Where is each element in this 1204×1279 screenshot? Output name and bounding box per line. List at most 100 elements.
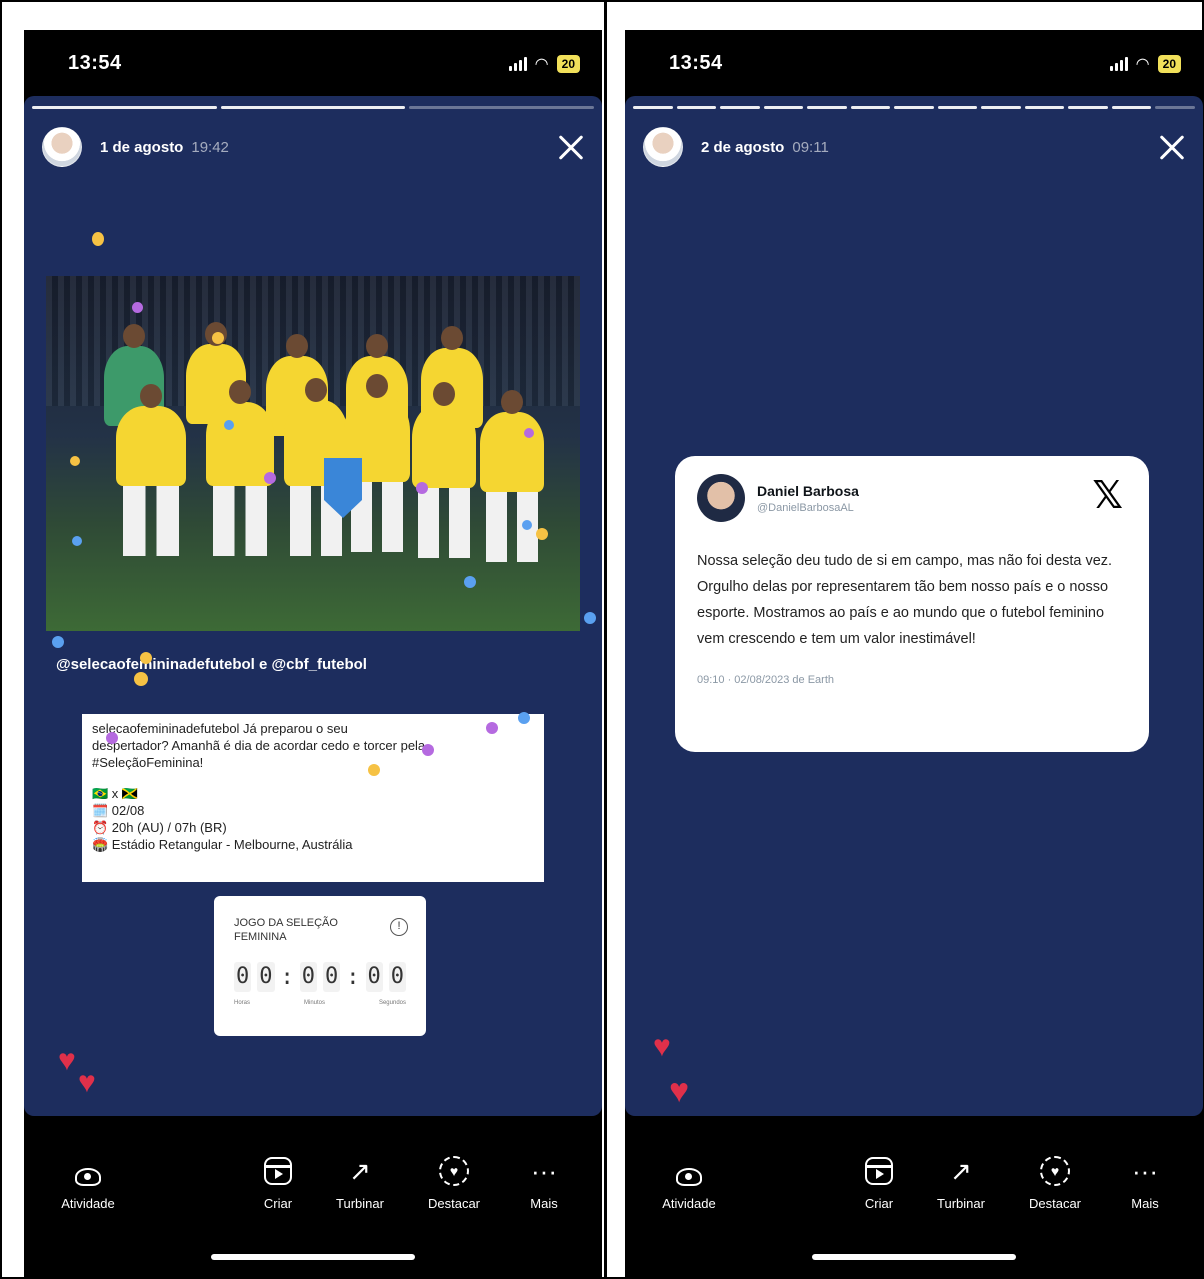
confetti bbox=[486, 722, 498, 734]
cellular-signal-icon bbox=[508, 57, 527, 71]
story-progress-bar bbox=[32, 106, 595, 109]
confetti bbox=[368, 764, 380, 776]
heart-icon: ♥ bbox=[58, 1044, 76, 1077]
player-figure bbox=[480, 390, 544, 562]
highlight-icon bbox=[439, 1156, 469, 1186]
confetti bbox=[224, 420, 234, 430]
confetti bbox=[52, 636, 64, 648]
team-photo bbox=[46, 276, 580, 631]
post-line: 🏟️ Estádio Retangular - Melbourne, Austr… bbox=[92, 837, 353, 852]
confetti bbox=[536, 528, 548, 540]
shared-post-card[interactable]: selecaofemininadefutebol Já preparou o s… bbox=[82, 714, 544, 882]
status-icons: ◠ 20 bbox=[1109, 54, 1181, 74]
activity-button[interactable]: Atividade bbox=[644, 1154, 734, 1211]
boost-button[interactable]: ↗ Turbinar bbox=[315, 1154, 405, 1211]
player-figure bbox=[412, 382, 476, 558]
post-line: selecaofemininadefutebol Já preparou o s… bbox=[92, 721, 348, 736]
tweet-timestamp: 09:10 · 02/08/2023 de Earth bbox=[697, 674, 834, 686]
confetti bbox=[72, 536, 82, 546]
confetti bbox=[422, 744, 434, 756]
wifi-icon: ◠ bbox=[534, 56, 549, 73]
battery-icon: 20 bbox=[1157, 55, 1181, 73]
story-action-bar: Atividade Criar ↗ Turbinar Destacar ··· … bbox=[24, 1120, 602, 1260]
cellular-signal-icon bbox=[1109, 57, 1128, 71]
boost-trend-icon: ↗ bbox=[950, 1156, 972, 1186]
highlight-button[interactable]: Destacar bbox=[409, 1154, 499, 1211]
tweet-text: Nossa seleção deu tudo de si em campo, m… bbox=[697, 553, 1113, 647]
story-action-bar: Atividade Criar ↗ Turbinar Destacar ··· … bbox=[625, 1120, 1203, 1260]
post-line: 🇧🇷 x 🇯🇲 bbox=[92, 786, 139, 801]
profile-avatar[interactable] bbox=[643, 127, 683, 167]
more-dots-icon: ··· bbox=[1132, 1156, 1158, 1186]
home-indicator[interactable] bbox=[211, 1254, 415, 1260]
confetti bbox=[416, 482, 428, 494]
confetti bbox=[522, 520, 532, 530]
tweet-card[interactable]: Daniel Barbosa @DanielBarbosaAL 𝕏 Nossa … bbox=[675, 456, 1149, 752]
story-date: 1 de agosto bbox=[100, 138, 184, 156]
activity-button[interactable]: Atividade bbox=[43, 1154, 133, 1211]
countdown-digits: 0 0 : 0 0 : 0 0 bbox=[234, 962, 406, 992]
confetti bbox=[140, 652, 152, 664]
status-bar: 13:54 ◠ 20 bbox=[24, 30, 602, 94]
more-dots-icon: ··· bbox=[531, 1156, 557, 1186]
confetti bbox=[264, 472, 276, 484]
confetti bbox=[106, 732, 118, 744]
story-time: 09:11 bbox=[792, 138, 829, 156]
status-time: 13:54 bbox=[68, 52, 122, 74]
post-line: #SeleçãoFeminina! bbox=[92, 755, 204, 770]
post-line: despertador? Amanhã é dia de acordar ced… bbox=[92, 738, 426, 753]
close-icon[interactable] bbox=[1153, 128, 1191, 166]
status-bar: 13:54 ◠ 20 bbox=[625, 30, 1203, 94]
confetti bbox=[70, 456, 80, 466]
countdown-units: Horas Minutos Segundos bbox=[234, 1000, 406, 1006]
close-icon[interactable] bbox=[552, 128, 590, 166]
story-view[interactable]: 1 de agosto 19:42 @selecaofemininadefute… bbox=[24, 96, 602, 1116]
battery-icon: 20 bbox=[556, 55, 580, 73]
heart-icon: ♥ bbox=[653, 1030, 671, 1063]
story-progress-bar bbox=[633, 106, 1195, 109]
player-figure bbox=[116, 384, 186, 556]
tweet-author-name: Daniel Barbosa bbox=[757, 482, 859, 499]
heart-icon: ♥ bbox=[78, 1066, 96, 1099]
story-date: 2 de agosto bbox=[701, 138, 785, 156]
highlight-button[interactable]: Destacar bbox=[1010, 1154, 1100, 1211]
profile-avatar[interactable] bbox=[42, 127, 82, 167]
confetti bbox=[464, 576, 476, 588]
tweet-header: Daniel Barbosa @DanielBarbosaAL bbox=[697, 474, 1127, 522]
countdown-title: JOGO DA SELEÇÃO FEMININA bbox=[234, 917, 338, 943]
tweet-avatar bbox=[697, 474, 745, 522]
more-button[interactable]: ··· Mais bbox=[499, 1154, 589, 1211]
story-time: 19:42 bbox=[191, 138, 229, 156]
story-header: 1 de agosto 19:42 bbox=[42, 126, 590, 168]
create-button[interactable]: Criar bbox=[834, 1154, 924, 1211]
x-logo-icon: 𝕏 bbox=[1092, 473, 1123, 517]
post-line: 🗓️ 02/08 bbox=[92, 803, 145, 818]
status-time: 13:54 bbox=[669, 52, 723, 74]
confetti bbox=[212, 332, 224, 344]
status-icons: ◠ 20 bbox=[508, 54, 580, 74]
confetti bbox=[134, 672, 148, 686]
player-figure bbox=[206, 380, 274, 556]
boost-button[interactable]: ↗ Turbinar bbox=[916, 1154, 1006, 1211]
heart-icon: ♥ bbox=[669, 1072, 690, 1110]
reminder-icon[interactable]: ! bbox=[390, 918, 408, 936]
boost-trend-icon: ↗ bbox=[349, 1156, 371, 1186]
create-button[interactable]: Criar bbox=[233, 1154, 323, 1211]
wifi-icon: ◠ bbox=[1135, 56, 1150, 73]
confetti bbox=[524, 428, 534, 438]
post-line bbox=[92, 771, 534, 785]
countdown-sticker[interactable]: JOGO DA SELEÇÃO FEMININA ! 0 0 : 0 0 : 0… bbox=[214, 896, 426, 1036]
phone-screen: 13:54 ◠ 20 2 de agosto 09:11 Daniel Barb… bbox=[625, 30, 1203, 1277]
home-indicator[interactable] bbox=[812, 1254, 1016, 1260]
confetti bbox=[132, 302, 143, 313]
mention-sticker[interactable]: @selecaofemininadefutebol e @cbf_futebol bbox=[56, 656, 367, 673]
screenshot-right: 13:54 ◠ 20 2 de agosto 09:11 Daniel Barb… bbox=[606, 0, 1204, 1279]
reels-icon bbox=[264, 1157, 292, 1185]
post-line: ⏰ 20h (AU) / 07h (BR) bbox=[92, 820, 227, 835]
confetti bbox=[92, 232, 104, 246]
phone-screen: 13:54 ◠ 20 1 de agosto 19:42 @selecaofem… bbox=[24, 30, 602, 1277]
story-view[interactable]: 2 de agosto 09:11 Daniel Barbosa @Daniel… bbox=[625, 96, 1203, 1116]
more-button[interactable]: ··· Mais bbox=[1100, 1154, 1190, 1211]
highlight-icon bbox=[1040, 1156, 1070, 1186]
activity-eye-icon bbox=[676, 1168, 702, 1186]
